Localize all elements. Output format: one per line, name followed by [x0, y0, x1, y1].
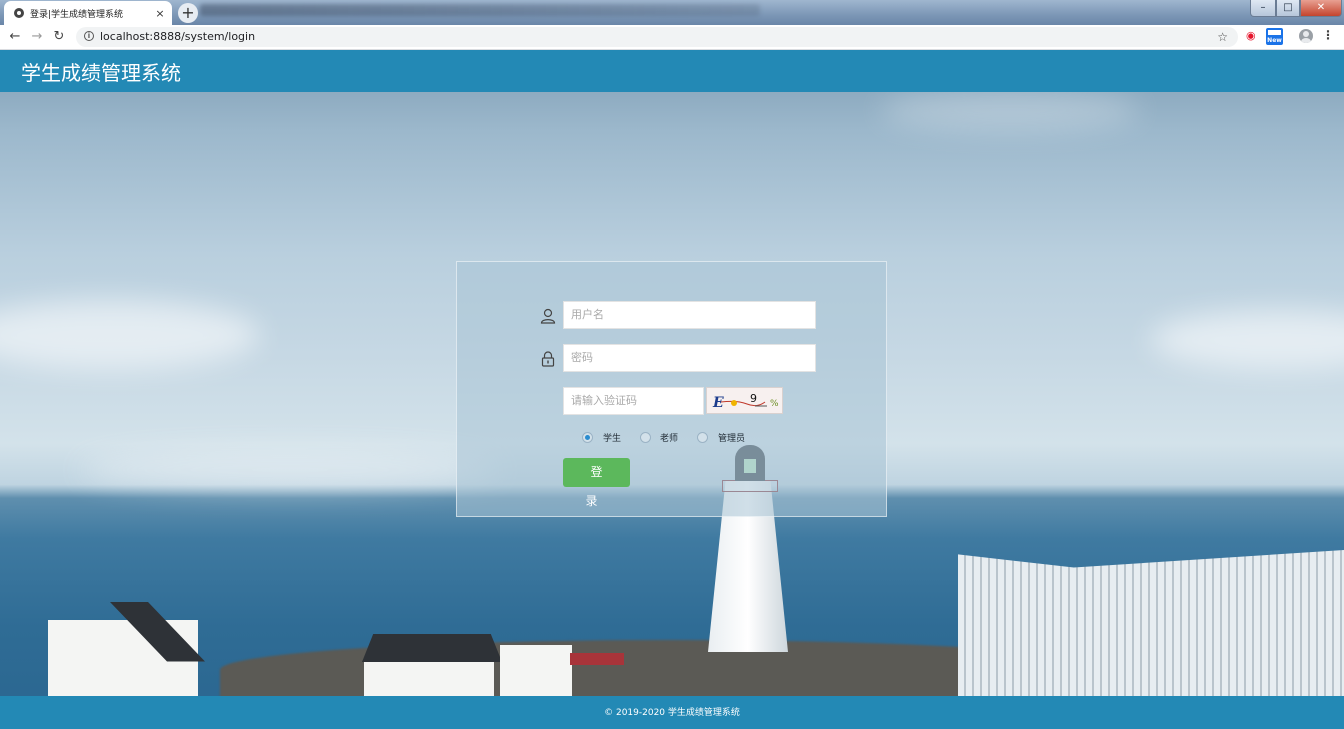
tab-title: 登录|学生成绩管理系统 [30, 9, 124, 20]
svg-text:9: 9 [750, 392, 757, 405]
back-button[interactable]: ← [6, 28, 24, 46]
new-badge-icon[interactable]: New [1266, 28, 1283, 45]
window-controls: – □ ✕ [1250, 0, 1342, 17]
house-small [500, 645, 572, 696]
role-student-radio[interactable] [582, 432, 593, 443]
house-middle-roof [362, 634, 502, 662]
login-button[interactable]: 登 录 [563, 458, 630, 508]
forward-button[interactable]: → [28, 28, 46, 46]
captcha-image[interactable]: E 9 % [706, 387, 783, 414]
bookmark-star-icon[interactable]: ☆ [1217, 27, 1228, 47]
title-bar-blurred-text [200, 4, 760, 16]
site-footer: © 2019-2020 学生成绩管理系统 [0, 696, 1344, 729]
browser-tab[interactable]: 登录|学生成绩管理系统 × [4, 1, 172, 25]
svg-text:%: % [770, 399, 779, 409]
username-input[interactable]: 用户名 [563, 301, 816, 329]
lock-icon [541, 351, 555, 367]
role-teacher-label: 老师 [660, 434, 679, 444]
svg-text:E: E [712, 395, 724, 411]
minimize-button[interactable]: – [1250, 0, 1276, 17]
maximize-button[interactable]: □ [1276, 0, 1300, 17]
reload-button[interactable]: ↻ [50, 28, 68, 46]
role-admin-label: 管理员 [718, 434, 746, 444]
new-tab-button[interactable]: + [178, 3, 198, 23]
footer-copyright: © 2019-2020 学生成绩管理系统 [604, 708, 740, 718]
url-text: localhost:8888/system/login [100, 30, 256, 43]
house-middle [364, 660, 494, 696]
browser-menu-button[interactable]: ⋮ [1322, 28, 1334, 42]
red-roof [570, 653, 624, 665]
user-icon [540, 308, 556, 324]
browser-toolbar: ← → ↻ i localhost:8888/system/login ☆ ◉ … [0, 25, 1344, 50]
browser-title-bar: 登录|学生成绩管理系统 × + – □ ✕ [0, 0, 1344, 25]
captcha-input[interactable]: 请输入验证码 [563, 387, 704, 415]
password-input[interactable]: 密码 [563, 344, 816, 372]
role-student-label: 学生 [603, 434, 622, 444]
white-fence [958, 550, 1344, 696]
close-window-button[interactable]: ✕ [1300, 0, 1342, 17]
cloud-shape [1150, 310, 1344, 370]
site-title: 学生成绩管理系统 [21, 61, 181, 85]
role-teacher-radio[interactable] [640, 432, 651, 443]
cloud-shape [0, 300, 260, 370]
globe-icon [14, 8, 24, 18]
cloud-shape [80, 450, 500, 490]
address-bar[interactable]: i localhost:8888/system/login ☆ [76, 27, 1238, 47]
profile-avatar-icon[interactable] [1299, 29, 1313, 43]
tab-close-button[interactable]: × [154, 7, 166, 20]
site-header: 学生成绩管理系统 [0, 50, 1344, 92]
captcha-glyphs: E 9 % [712, 392, 779, 411]
site-info-icon[interactable]: i [84, 31, 94, 41]
role-admin-radio[interactable] [697, 432, 708, 443]
weibo-icon[interactable]: ◉ [1246, 29, 1260, 43]
cloud-shape [880, 90, 1140, 130]
